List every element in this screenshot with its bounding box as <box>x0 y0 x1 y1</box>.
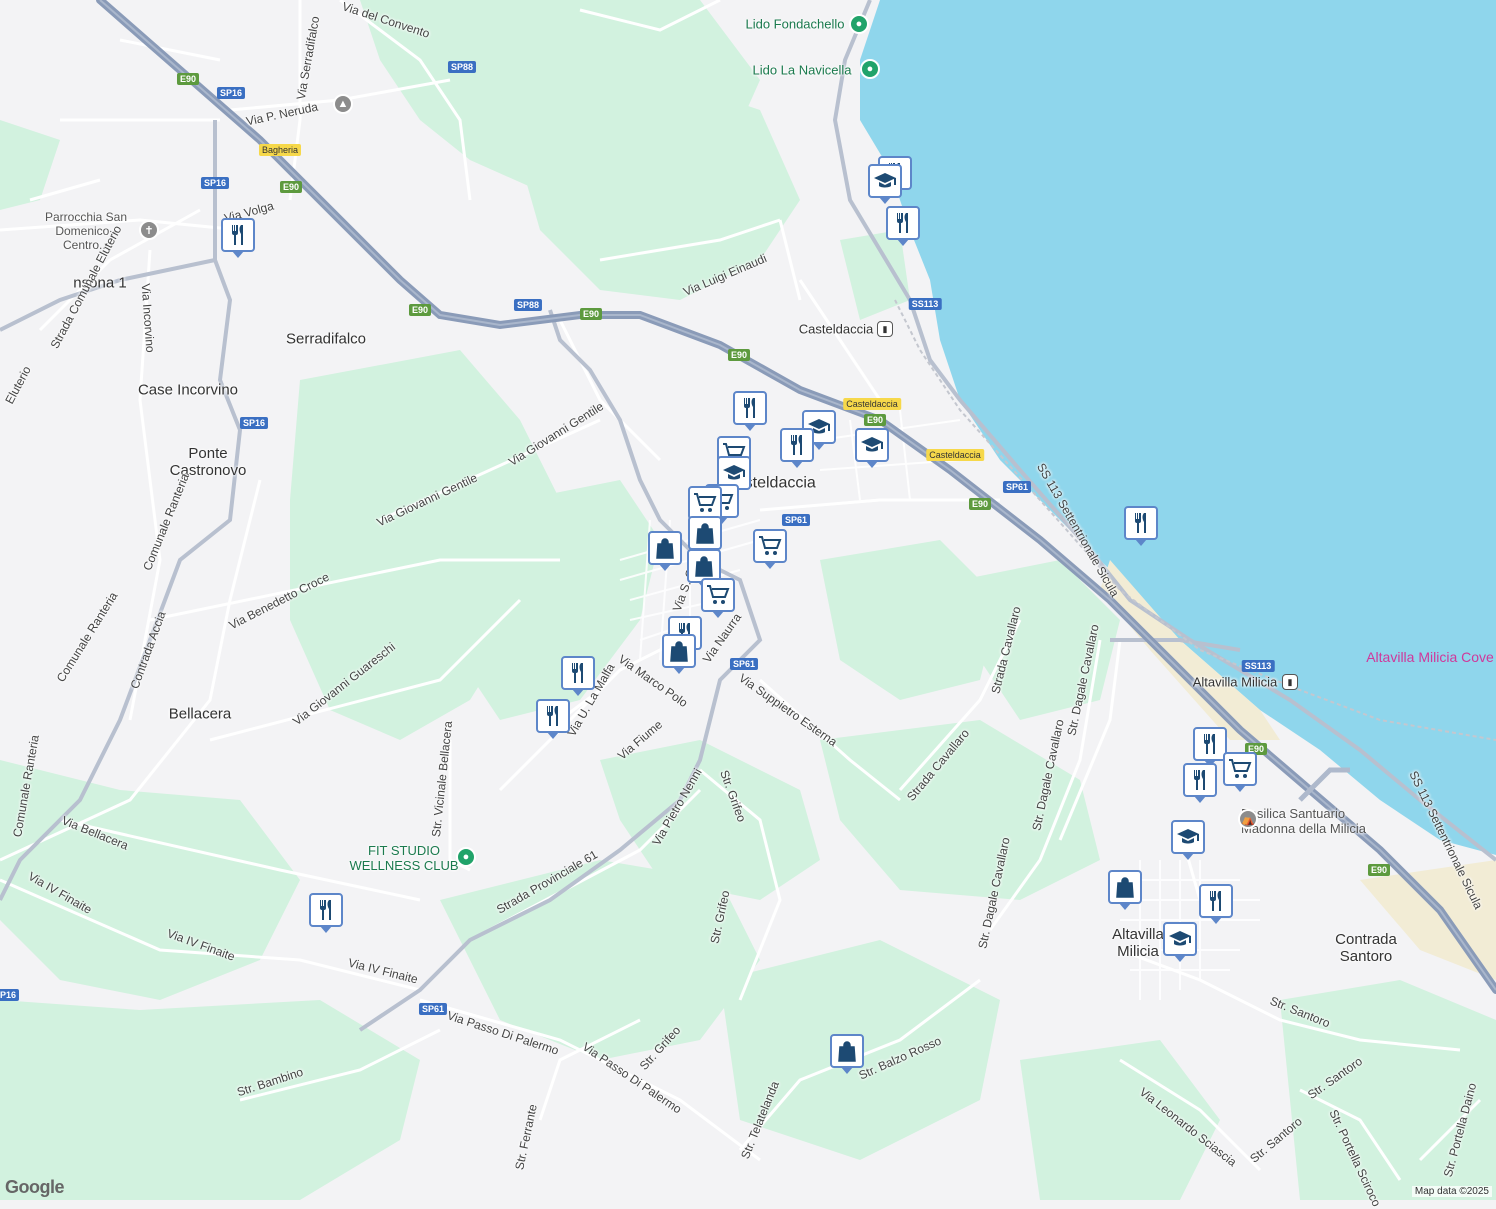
road-shield: P16 <box>0 989 20 1001</box>
restaurant-icon <box>572 663 583 683</box>
shopping-bag-icon <box>696 523 714 544</box>
pin-school[interactable] <box>855 428 889 468</box>
restaurant-icon <box>547 706 558 726</box>
road-shield: Casteldaccia <box>843 398 901 410</box>
poi-label-lido-fondachello: Lido Fondachello <box>745 16 845 32</box>
road-shield: Bagheria <box>258 144 302 156</box>
gym-icon[interactable]: ● <box>456 847 476 867</box>
poi-label-fit-studio: FIT STUDIO WELLNESS CLUB <box>349 843 459 873</box>
grocery-cart-icon <box>1229 759 1252 778</box>
road-shield: SP16 <box>200 177 230 189</box>
road-shield: SP61 <box>729 658 759 670</box>
shopping-bag-icon <box>1116 877 1134 898</box>
train-station-icon[interactable]: ▮ <box>877 321 893 337</box>
pin-restaurant[interactable] <box>886 206 920 246</box>
restaurant-icon <box>1194 770 1205 790</box>
road-shield: SS113 <box>1241 660 1275 672</box>
beach-icon[interactable]: ● <box>860 59 880 79</box>
poi-label-basilica: Basilica Santuario Madonna della Milicia <box>1241 806 1367 836</box>
road-shield: SP61 <box>418 1003 448 1015</box>
place-label-serradifalco: Serradifalco <box>285 330 367 348</box>
restaurant-icon <box>1204 734 1215 754</box>
pin-restaurant[interactable] <box>1124 506 1158 546</box>
map-attribution[interactable]: Map data ©2025 <box>1411 1186 1492 1197</box>
school-icon <box>1169 931 1191 946</box>
beach-icon[interactable]: ● <box>849 14 869 34</box>
grocery-cart-icon <box>694 493 717 512</box>
shopping-bag-icon <box>670 641 688 662</box>
pin-restaurant[interactable] <box>309 893 343 933</box>
road-shield: E90 <box>968 498 992 510</box>
pin-restaurant[interactable] <box>780 428 814 468</box>
restaurant-icon <box>1210 891 1221 911</box>
road-shield: SP61 <box>1002 481 1032 493</box>
pin-school[interactable] <box>1171 820 1205 860</box>
church-icon[interactable]: ▲ <box>333 94 353 114</box>
school-icon <box>723 465 745 480</box>
shopping-bag-icon <box>695 556 713 577</box>
poi-label-parrocchia: Parrocchia San Domenico - Centro... <box>44 210 128 252</box>
pin-grocery[interactable] <box>1223 752 1257 792</box>
road-shield: E90 <box>1367 864 1391 876</box>
grocery-cart-icon <box>707 585 730 604</box>
road-shield: E90 <box>279 181 303 193</box>
road-shield: SP88 <box>447 61 477 73</box>
road-shield: E90 <box>579 308 603 320</box>
road-shield: SP16 <box>239 417 269 429</box>
pin-shopping[interactable] <box>648 531 682 571</box>
road-shield: SP88 <box>513 299 543 311</box>
museum-icon[interactable]: ⛺ <box>1238 809 1258 829</box>
school-icon <box>1177 829 1199 844</box>
restaurant-icon <box>320 900 331 920</box>
restaurant-icon <box>744 398 755 418</box>
pin-restaurant[interactable] <box>221 218 255 258</box>
pin-restaurant[interactable] <box>1193 727 1227 767</box>
road-shield: E90 <box>863 414 887 426</box>
restaurant-icon <box>1135 513 1146 533</box>
church-icon[interactable]: ✝ <box>139 220 159 240</box>
road-shield: Casteldaccia <box>926 449 984 461</box>
place-label-bellacera: Bellacera <box>168 705 232 723</box>
pin-restaurant[interactable] <box>536 699 570 739</box>
road-shield: E90 <box>727 349 751 361</box>
pin-shopping[interactable] <box>1108 870 1142 910</box>
restaurant-icon <box>232 225 243 245</box>
pin-grocery[interactable] <box>701 578 735 618</box>
pin-shopping[interactable] <box>662 634 696 674</box>
pin-restaurant[interactable] <box>561 656 595 696</box>
pin-shopping[interactable] <box>830 1034 864 1074</box>
pin-restaurant[interactable] <box>1199 884 1233 924</box>
station-label-casteldaccia: Casteldaccia <box>798 321 874 337</box>
poi-label-lido-la-navicella: Lido La Navicella <box>752 62 852 78</box>
road-shield: SP16 <box>216 87 246 99</box>
pin-grocery[interactable] <box>753 529 787 569</box>
place-label-case-incorvino: Case Incorvino <box>137 381 239 399</box>
road-shield: E90 <box>408 304 432 316</box>
road-shield: SS113 <box>908 298 942 310</box>
road-shield: E90 <box>176 73 200 85</box>
train-station-icon[interactable]: ▮ <box>1282 674 1298 690</box>
pin-restaurant[interactable] <box>733 391 767 431</box>
pin-shopping[interactable] <box>688 516 722 556</box>
road-shield: SP61 <box>781 514 811 526</box>
grocery-cart-icon <box>759 536 782 555</box>
shopping-bag-icon <box>838 1041 856 1062</box>
school-icon <box>861 437 883 452</box>
station-label-altavilla: Altavilla Milicia <box>1192 674 1278 690</box>
school-icon <box>874 173 896 188</box>
restaurant-icon <box>791 435 802 455</box>
place-label-altavilla-cove: Altavilla Milicia Cove <box>1366 649 1494 665</box>
pin-school[interactable] <box>1163 922 1197 962</box>
restaurant-icon <box>897 213 908 233</box>
place-label-contrada-santoro: Contrada Santoro <box>1335 931 1397 965</box>
pin-restaurant[interactable] <box>1183 763 1217 803</box>
pin-grocery[interactable] <box>688 486 722 526</box>
pin-school[interactable] <box>868 164 902 204</box>
google-logo: Google <box>5 1177 65 1197</box>
shopping-bag-icon <box>656 538 674 559</box>
